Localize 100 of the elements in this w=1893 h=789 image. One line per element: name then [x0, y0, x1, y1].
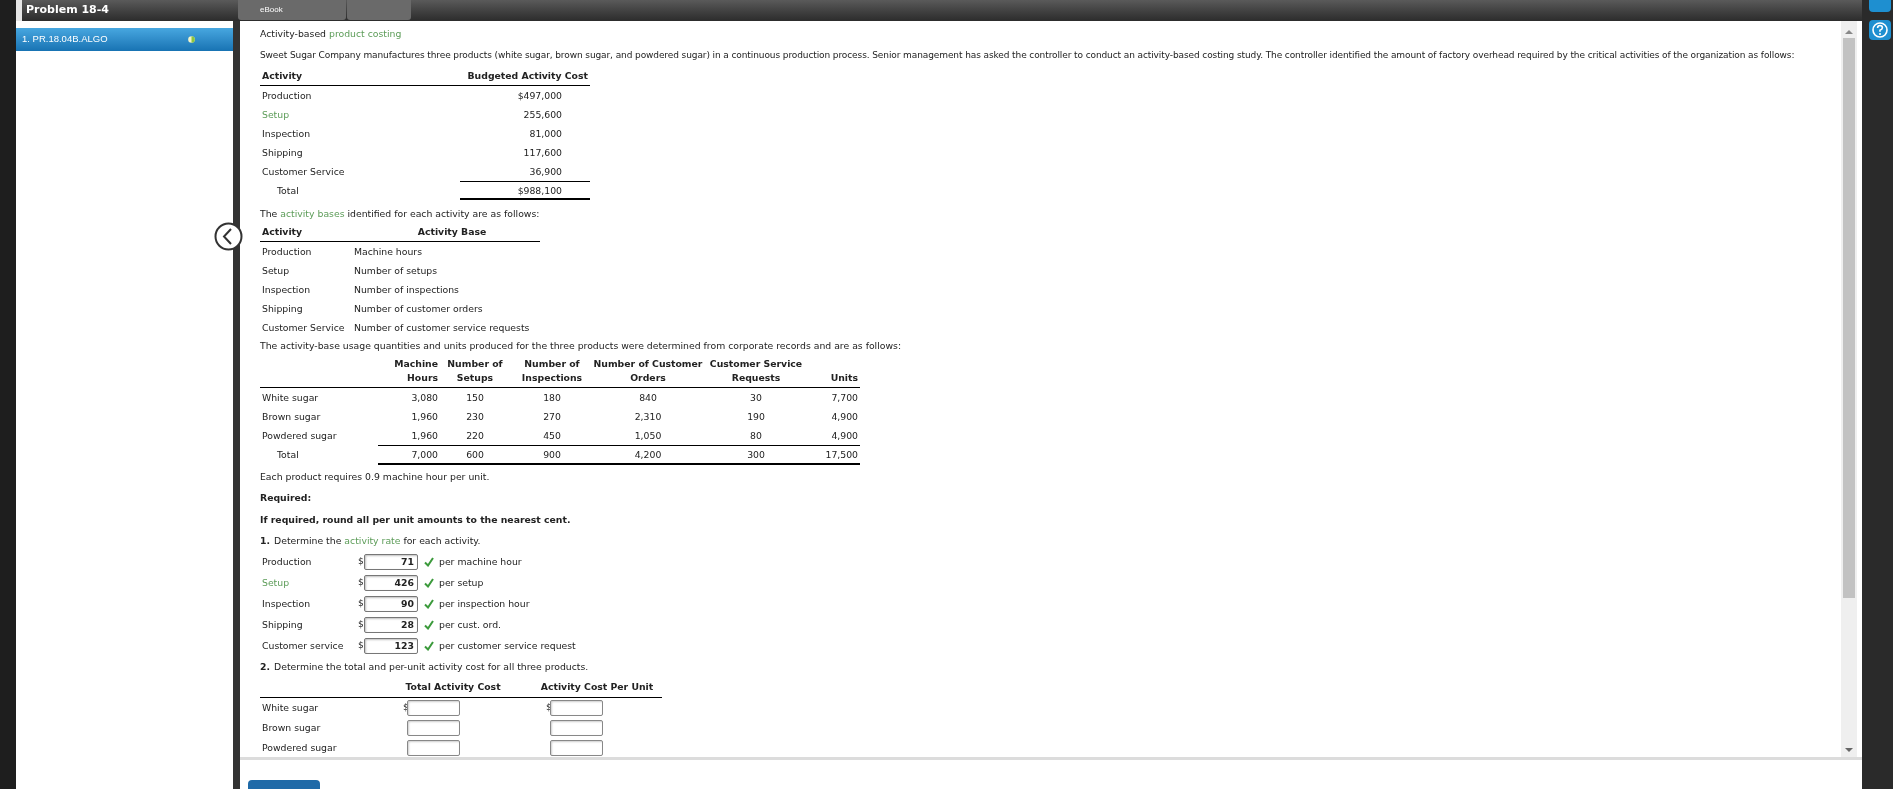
- currency-symbol: $: [358, 575, 364, 589]
- column-header: Activity Cost Per Unit: [539, 680, 655, 694]
- sidebar-item[interactable]: 1. PR.18.04B.ALGO: [16, 28, 233, 51]
- paragraph: The activity-base usage quantities and units produced for the three products were determined from corporate records and are as follows:: [260, 339, 903, 353]
- table-cell-text: 4,900: [830, 409, 859, 424]
- scrollbar[interactable]: [1841, 21, 1857, 757]
- table-cell-text: Total: [276, 183, 300, 198]
- input-field[interactable]: 426: [364, 574, 418, 591]
- link[interactable]: activity bases: [280, 208, 345, 219]
- paragraph: Sweet Sugar Company manufactures three products (white sugar, brown sugar, and powdered sugar) in a continuous production process. Senior management has asked the controller to conduct an activity-based costing study. The controller identified the amount of factory overhead required by the critical activities of the organization as follows:: [260, 49, 1795, 62]
- table-cell-text: 600: [465, 448, 485, 462]
- heading: Required:: [260, 491, 313, 505]
- column-header: Number of Customer Orders: [592, 357, 704, 385]
- input-field[interactable]: [407, 740, 460, 756]
- table-cell-text: Powdered sugar: [261, 741, 338, 755]
- link[interactable]: activity rate: [344, 535, 401, 546]
- scroll-up-icon[interactable]: [1845, 29, 1853, 35]
- paragraph: 1. Determine the activity rate for each activity.: [260, 534, 482, 548]
- table-cell-text: Customer Service: [261, 164, 346, 179]
- table-cell-text: 190: [746, 409, 766, 424]
- toolbar-button[interactable]: [1868, 0, 1891, 12]
- link[interactable]: product costing: [329, 28, 402, 39]
- table-cell-text: Brown sugar: [261, 409, 322, 424]
- table-cell-text: 1,960: [410, 428, 438, 443]
- chevron-button[interactable]: [214, 222, 243, 251]
- table-cell-text: Brown sugar: [261, 721, 322, 735]
- unit-label: per cust. ord.: [439, 617, 501, 632]
- input-field[interactable]: [550, 720, 603, 736]
- field-label: Inspection: [261, 596, 312, 611]
- help-icon[interactable]: [1868, 20, 1891, 40]
- paragraph: Each product requires 0.9 machine hour per unit.: [260, 470, 491, 484]
- table-cell-text: Production: [261, 244, 313, 259]
- table-cell-text: 900: [542, 448, 562, 462]
- table-cell-text: 180: [542, 390, 562, 405]
- input-field[interactable]: 123: [364, 637, 418, 654]
- table-cell-text: 450: [542, 428, 562, 443]
- field-label: Customer service: [261, 638, 345, 653]
- input-field[interactable]: [550, 700, 603, 716]
- input-field[interactable]: [550, 740, 603, 756]
- table-cell-text: 80: [749, 428, 763, 443]
- field-label: Shipping: [261, 617, 304, 632]
- column-header: Activity: [261, 69, 304, 83]
- table-cell-text: Number of customer orders: [354, 301, 484, 316]
- table-cell-text: 255,600: [522, 107, 563, 122]
- table-cell-text: Inspection: [261, 126, 312, 141]
- table-cell-text: 3,080: [410, 390, 438, 405]
- column-header: Machine Hours: [393, 357, 438, 385]
- table-cell-text: Production: [261, 88, 313, 103]
- table-cell-text: 36,900: [528, 164, 563, 179]
- tab[interactable]: eBook: [238, 0, 346, 20]
- paragraph: 2. Determine the total and per-unit activity cost for all three products.: [260, 660, 590, 674]
- table-cell-text: Customer Service: [261, 320, 346, 335]
- table-cell-text: Number of customer service requests: [354, 320, 531, 335]
- table-cell-text: Number of setups: [354, 263, 439, 278]
- paragraph: Activity-based product costing: [260, 27, 403, 41]
- input-field[interactable]: [407, 720, 460, 736]
- unit-label: per machine hour: [439, 554, 522, 569]
- table-cell-text: 117,600: [522, 145, 563, 160]
- table-cell-text: White sugar: [261, 390, 320, 405]
- table-cell-text: 81,000: [528, 126, 563, 141]
- column-header: Number of Inspections: [520, 357, 584, 385]
- unit-label: per setup: [439, 575, 484, 590]
- input-field[interactable]: 71: [364, 553, 418, 570]
- currency-symbol: $: [358, 596, 364, 610]
- table-cell-text: 7,000: [410, 448, 438, 462]
- currency-symbol: $: [358, 554, 364, 568]
- column-header: Units: [829, 371, 859, 385]
- table-cell-text: 2,310: [633, 409, 663, 424]
- table-cell-text: $497,000: [516, 88, 563, 103]
- table-cell-text: 17,500: [824, 448, 859, 462]
- problem-title: Problem 18-4: [25, 2, 110, 18]
- field-label: Setup: [261, 575, 291, 590]
- table-cell-text: 300: [746, 448, 766, 462]
- input-field[interactable]: 90: [364, 595, 418, 612]
- field-label: Production: [261, 554, 313, 569]
- table-cell-text: 7,700: [830, 390, 859, 405]
- column-header: Customer Service Requests: [708, 357, 804, 385]
- progress-icon: [188, 36, 195, 43]
- table-cell-text: Inspection: [261, 282, 312, 297]
- input-field[interactable]: 28: [364, 616, 418, 633]
- table-cell-text: Powdered sugar: [261, 428, 338, 443]
- table-cell-text: 150: [465, 390, 485, 405]
- column-header: Activity: [261, 225, 304, 239]
- table-cell-text: 220: [465, 428, 485, 443]
- sidebar-splitter[interactable]: [233, 21, 240, 789]
- currency-symbol: $: [358, 638, 364, 652]
- column-header: Number of Setups: [446, 357, 504, 385]
- scroll-thumb[interactable]: [1843, 38, 1855, 598]
- table-cell-text: Shipping: [261, 145, 304, 160]
- paragraph: The activity bases identified for each activity are as follows:: [260, 207, 541, 221]
- unit-label: per customer service request: [439, 638, 576, 653]
- scroll-down-icon[interactable]: [1845, 747, 1853, 753]
- input-field[interactable]: [407, 700, 460, 716]
- table-cell-text: Machine hours: [354, 244, 423, 259]
- table-cell-text: Total: [276, 448, 300, 462]
- column-header: Budgeted Activity Cost: [466, 69, 589, 83]
- column-header: Activity Base: [416, 225, 488, 239]
- unit-label: per inspection hour: [439, 596, 530, 611]
- table-cell-text: 4,900: [830, 428, 859, 443]
- table-cell-text: White sugar: [261, 701, 320, 715]
